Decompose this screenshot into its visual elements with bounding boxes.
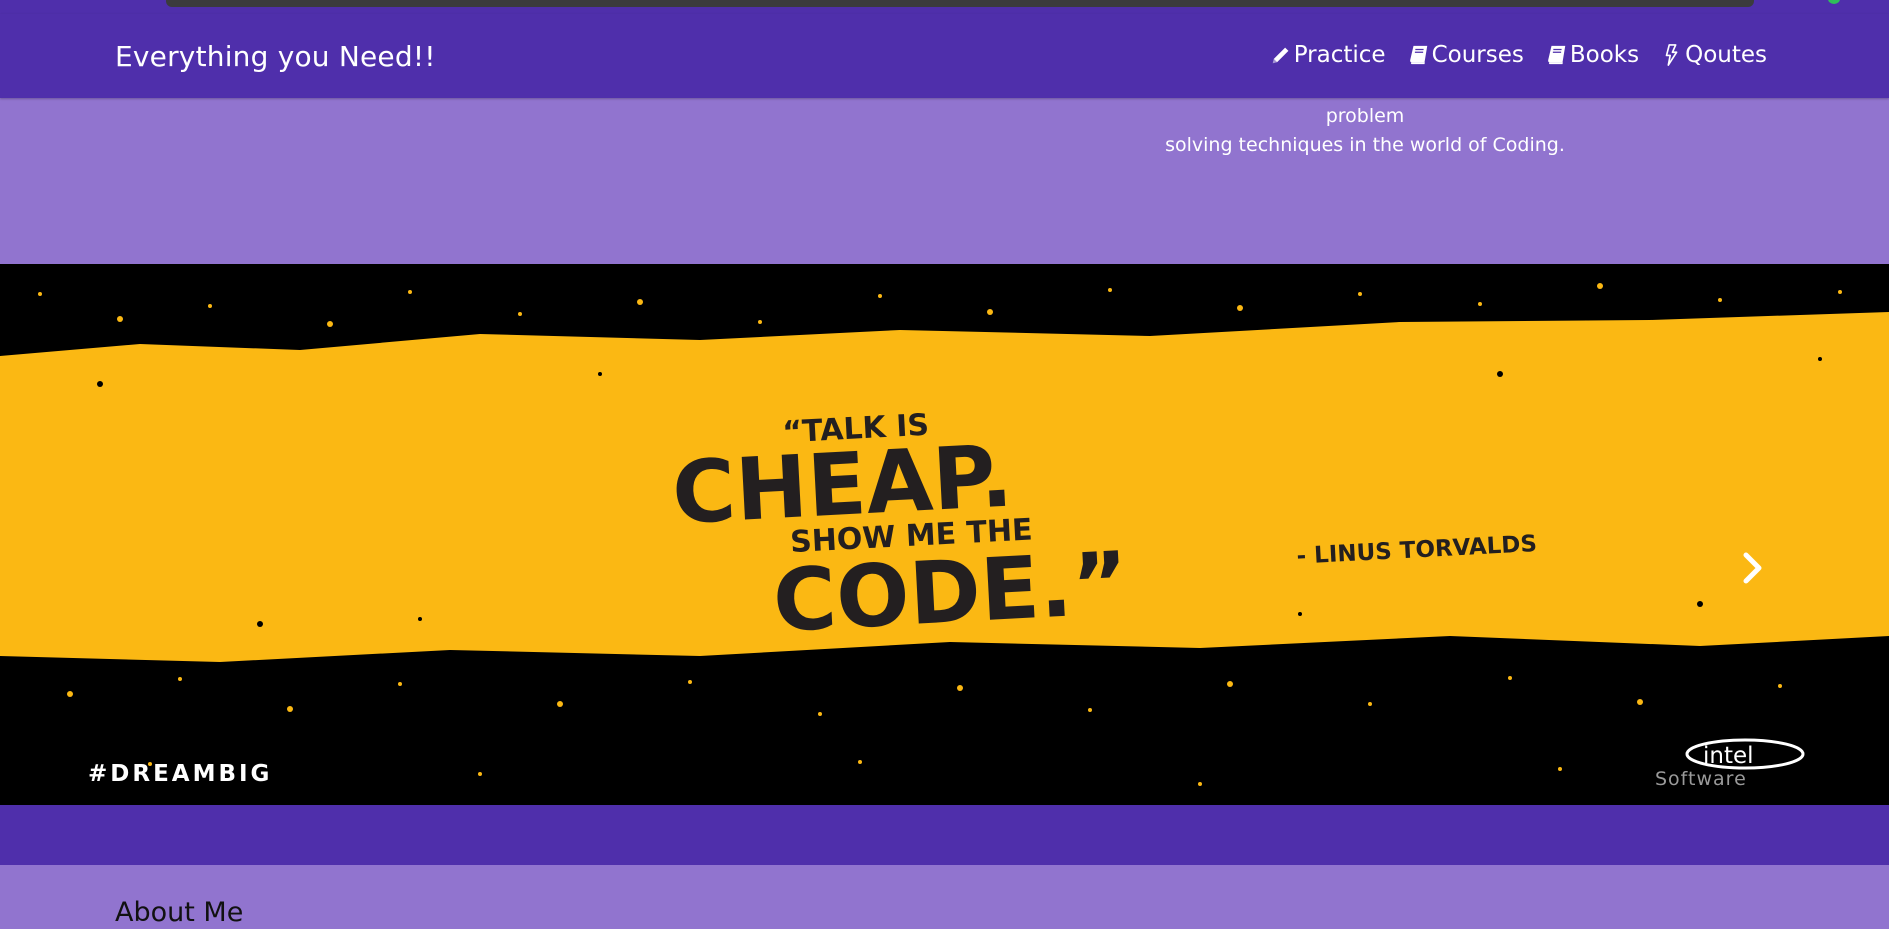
browser-address-bar[interactable] <box>166 0 1754 7</box>
nav-link-books[interactable]: Books <box>1546 42 1639 68</box>
navbar: Everything you Need!! Practice Courses B… <box>0 14 1889 98</box>
chevron-right-icon <box>1742 552 1764 588</box>
browser-chrome-strip <box>0 0 1889 14</box>
carousel-prev-button[interactable] <box>122 540 162 600</box>
intro-line-2: solving techniques in the world of Codin… <box>1165 134 1565 156</box>
nav-links: Practice Courses Books Qoutes <box>1270 42 1767 68</box>
book-icon <box>1408 44 1430 66</box>
hashtag-text: #DREAMBIG <box>88 761 272 787</box>
book-icon <box>1546 44 1568 66</box>
nav-link-practice[interactable]: Practice <box>1270 42 1386 68</box>
nav-link-books-label: Books <box>1569 42 1640 68</box>
carousel-slide-image: “TALK IS CHEAP. SHOW ME THE CODE.” - LIN… <box>0 264 1889 805</box>
intel-logo-text: intel <box>1703 743 1754 769</box>
brand-link[interactable]: Everything you Need!! <box>115 40 436 73</box>
about-section: About Me <box>0 865 1889 929</box>
quote-line-4: CODE.” <box>771 534 1131 652</box>
about-title: About Me <box>115 897 244 928</box>
bolt-icon <box>1661 44 1683 66</box>
nav-link-courses-label: Courses <box>1431 42 1524 68</box>
quote-carousel: “TALK IS CHEAP. SHOW ME THE CODE.” - LIN… <box>0 264 1889 805</box>
intro-section: In the practice place , you will find th… <box>0 76 1889 264</box>
nav-link-courses[interactable]: Courses <box>1408 42 1524 68</box>
section-divider-band <box>0 805 1889 865</box>
pencil-icon <box>1270 44 1292 66</box>
nav-link-qoutes-label: Qoutes <box>1685 42 1767 68</box>
carousel-next-button[interactable] <box>1733 540 1773 600</box>
browser-status-dot <box>1828 0 1840 4</box>
intel-logo-sub: Software <box>1655 768 1747 790</box>
nav-link-qoutes[interactable]: Qoutes <box>1661 42 1767 68</box>
chevron-left-icon <box>131 552 153 588</box>
nav-link-practice-label: Practice <box>1293 42 1386 68</box>
